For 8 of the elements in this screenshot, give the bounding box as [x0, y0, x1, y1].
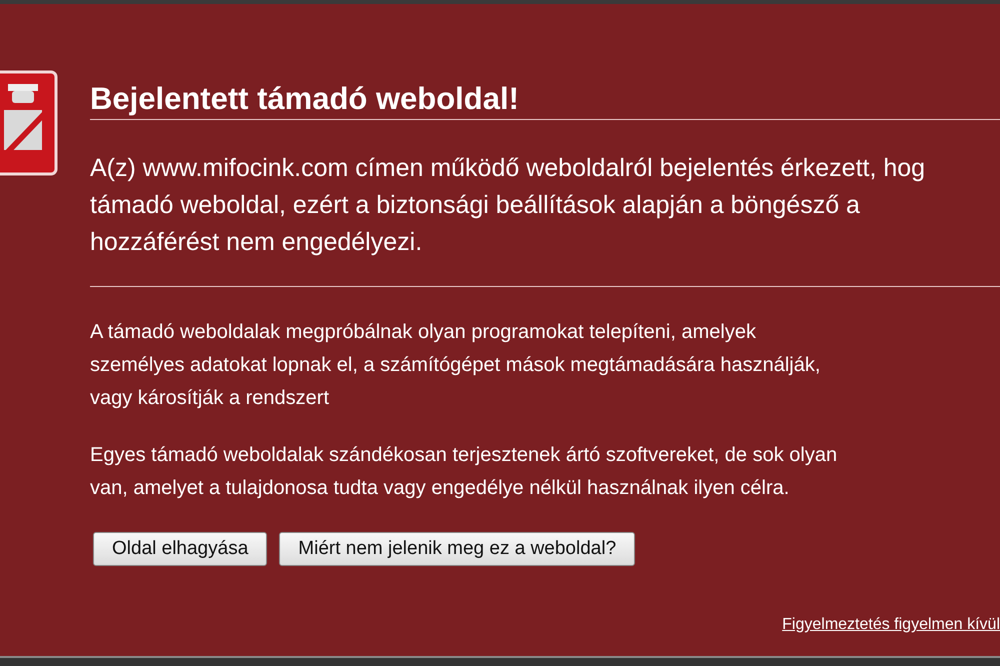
explanation-text: Egyes támadó weboldalak szándékosan terjesztenek ártó szoftvereket, de sok olyan van, amelyet a tulajdonosa tudta vagy engedélye nélkül használnak ilyen célra. [90, 443, 838, 501]
action-button[interactable]: Miért nem jelenik meg ez a weboldal? [279, 532, 636, 566]
warning-title: Bejelentett támadó weboldal! [90, 81, 520, 117]
warning-guard-icon [0, 70, 60, 176]
action-button[interactable]: Oldal elhagyása [93, 532, 268, 566]
warning-message: A(z) www.mifocink.com címen működő weboldalról bejelentés érkezett, hog támadó weboldal, ezért a biztonsági beállítások alapján a böngésző a hozzáférést nem engedélyezi. [90, 153, 926, 258]
explanation-text: A támadó weboldalak megpróbálnak olyan programokat telepíteni, amelyek személyes adatokat lopnak el, a számítógépet mások megtámadására használják, vagy károsítják a rendszert [90, 320, 822, 411]
ignore-warning-link[interactable]: Figyelmeztetés figyelmen kívül [782, 616, 1000, 634]
